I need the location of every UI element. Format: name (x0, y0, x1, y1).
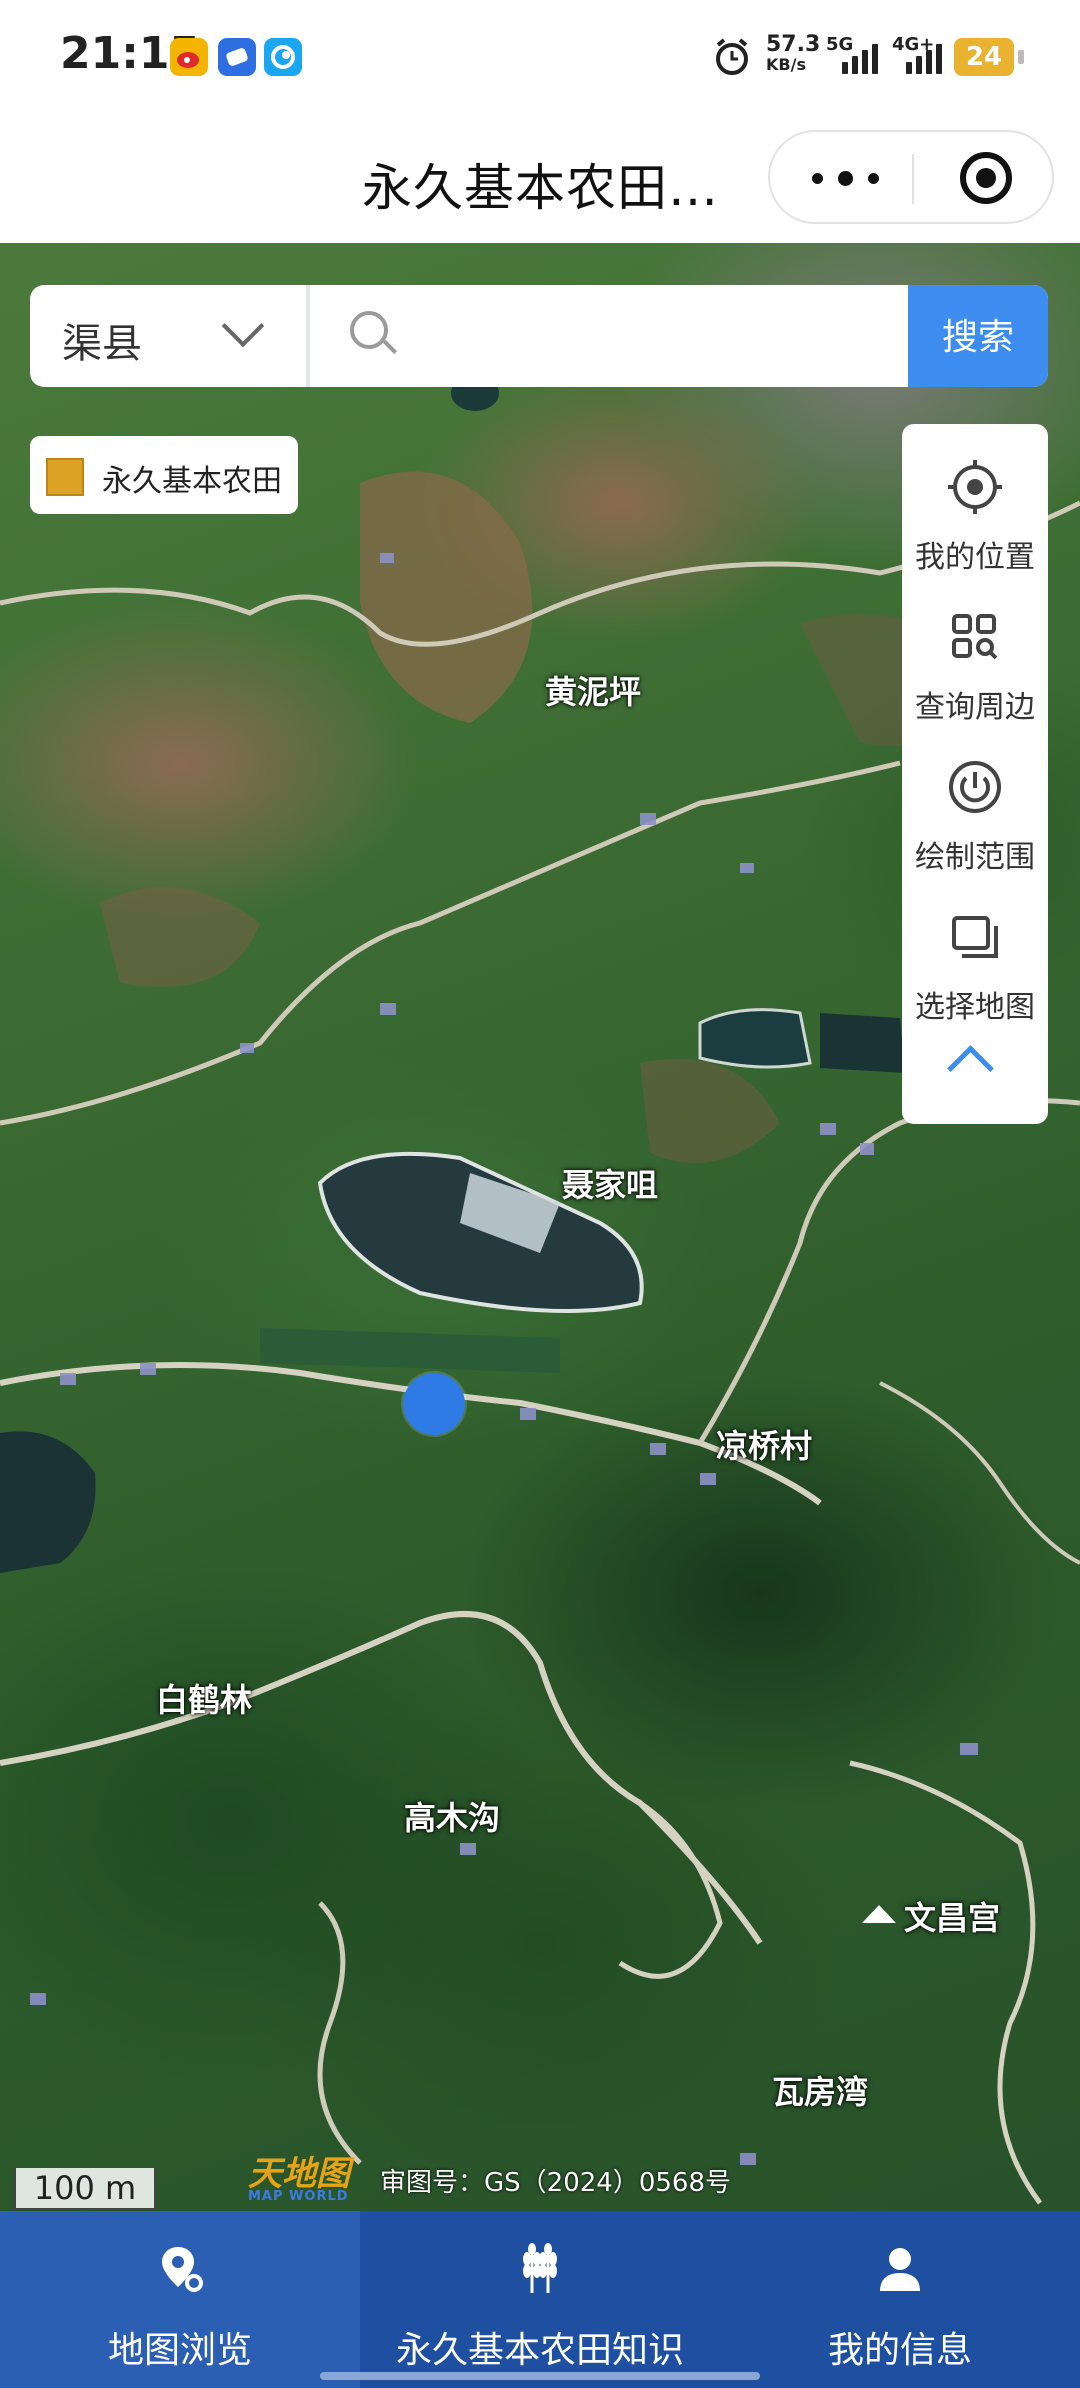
map-legend: 永久基本农田 (30, 436, 298, 514)
nav-my-info[interactable]: 我的信息 (720, 2211, 1080, 2388)
map-tools-panel: 我的位置 查询周边 绘制范围 选择地图 (902, 424, 1048, 1124)
status-bar: 21:15 57.3 KB/s 5G 4G+ 24 (0, 0, 1080, 118)
tianditu-logo: 天地图 MAP WORLD (248, 2146, 358, 2204)
user-icon (880, 2248, 920, 2291)
chevron-down-icon[interactable] (221, 304, 265, 348)
net-speed-unit: KB/s (766, 55, 806, 74)
locate-icon (948, 460, 1002, 514)
search-input[interactable] (400, 305, 924, 369)
draw-range-icon (949, 761, 1001, 813)
nav-label: 地图浏览 (107, 2330, 252, 2371)
place-label: 文昌宫 (904, 1899, 1001, 1937)
legend-swatch (46, 458, 84, 496)
draw-range-button[interactable]: 绘制范围 (902, 738, 1048, 888)
query-nearby-button[interactable]: 查询周边 (902, 588, 1048, 738)
map-copyright: 审图号：GS（2024）0568号 (380, 2168, 731, 2198)
tool-label: 绘制范围 (915, 840, 1035, 875)
home-indicator (320, 2372, 760, 2380)
logo-en: MAP WORLD (248, 2189, 349, 2204)
mountain-icon (862, 1903, 896, 1923)
wheat-icon (523, 2243, 557, 2293)
tool-label: 查询周边 (915, 690, 1035, 725)
county-select-label[interactable]: 渠县 (62, 311, 142, 369)
blue-app-icon (218, 38, 256, 76)
title-bar: 永久基本农田… (0, 118, 1080, 243)
target-circle-icon[interactable] (960, 152, 1012, 204)
nav-label: 我的信息 (827, 2330, 972, 2371)
layers-icon (952, 916, 998, 958)
nav-label: 永久基本农田知识 (395, 2330, 684, 2371)
bottom-nav: 地图浏览 永久基本农田知识 我的信息 (0, 2211, 1080, 2388)
mini-program-capsule (768, 130, 1054, 224)
map-pin-icon (162, 2247, 203, 2292)
legend-label: 永久基本农田 (102, 464, 282, 499)
my-location-button[interactable]: 我的位置 (902, 438, 1048, 588)
place-label: 瓦房湾 (772, 2073, 869, 2111)
logo-cn: 天地图 (248, 2154, 350, 2194)
capsule-divider (912, 154, 914, 204)
select-map-button[interactable]: 选择地图 (902, 888, 1048, 1038)
place-label: 聂家咀 (562, 1166, 659, 1204)
place-label: 凉桥村 (716, 1427, 813, 1465)
grid-search-icon (952, 614, 998, 660)
net-speed: 57.3 KB/s (766, 34, 820, 74)
signal-4g-icon (906, 44, 942, 74)
weibo-app-icon (170, 38, 208, 76)
search-icon (350, 311, 388, 349)
collapse-up-icon[interactable] (947, 1045, 994, 1092)
cyan-app-icon (264, 38, 302, 76)
search-button[interactable]: 搜索 (908, 285, 1048, 387)
search-divider (306, 285, 310, 387)
current-location-dot (403, 1373, 465, 1435)
place-label: 高木沟 (404, 1799, 501, 1837)
tool-label: 选择地图 (915, 990, 1035, 1025)
signal-5g-icon (842, 44, 878, 74)
place-label: 白鹤林 (156, 1681, 253, 1719)
place-label: 黄泥坪 (545, 673, 642, 711)
search-bar: 渠县 搜索 (30, 285, 1048, 387)
map-scale: 100 m (14, 2168, 156, 2210)
nav-farmland-knowledge[interactable]: 永久基本农田知识 (360, 2211, 720, 2388)
more-dots-icon[interactable] (812, 170, 882, 188)
page-title: 永久基本农田… (362, 159, 719, 217)
nav-map-browse[interactable]: 地图浏览 (0, 2211, 360, 2388)
alarm-icon (712, 36, 752, 78)
tool-label: 我的位置 (915, 540, 1035, 575)
net-speed-value: 57.3 (766, 32, 821, 57)
battery-indicator: 24 (954, 38, 1024, 76)
